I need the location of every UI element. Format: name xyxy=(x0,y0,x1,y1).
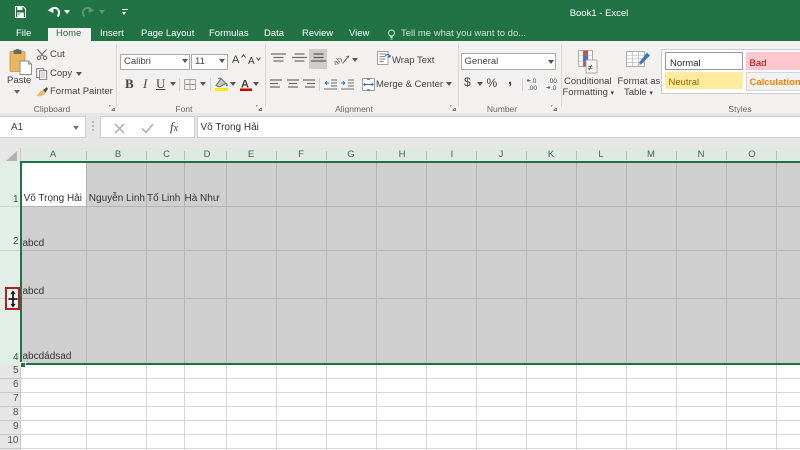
svg-text:≠: ≠ xyxy=(588,63,593,73)
svg-text:.00: .00 xyxy=(528,85,537,90)
svg-text:.00: .00 xyxy=(548,78,557,85)
svg-text:.0: .0 xyxy=(551,85,557,90)
svg-text:.0: .0 xyxy=(531,78,537,85)
